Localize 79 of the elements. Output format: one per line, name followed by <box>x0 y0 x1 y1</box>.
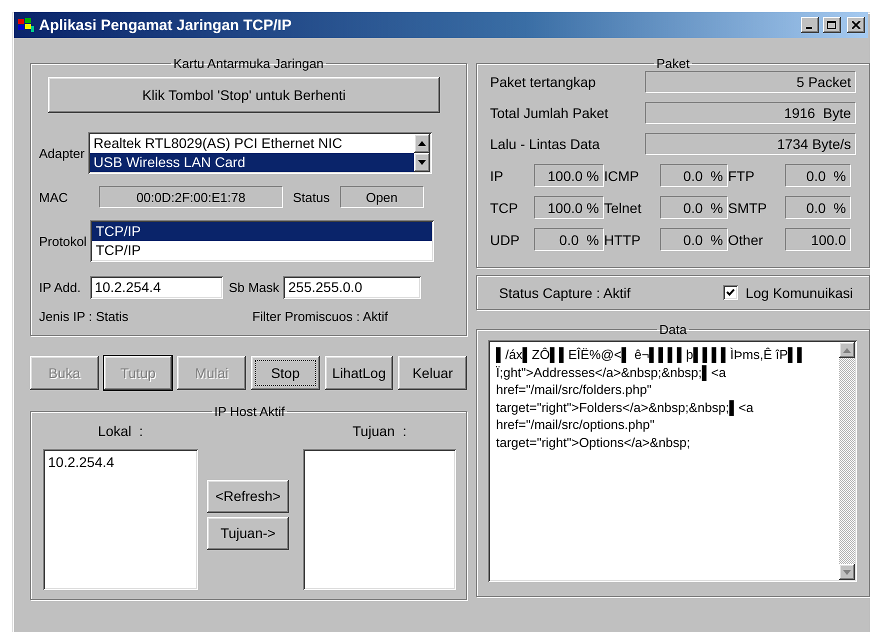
data-line: href="/mail/src/folders.php" <box>496 381 653 398</box>
data-line: Ï;ght">Addresses</a>&nbsp;&nbsp;▌<a <box>496 364 727 381</box>
field-label: UDP <box>490 232 521 248</box>
field-label: MAC <box>39 190 68 204</box>
app-icon <box>17 17 35 33</box>
field-label: IP <box>490 168 504 184</box>
action-button[interactable]: Stop <box>251 356 320 390</box>
field-label: Telnet <box>604 200 642 216</box>
field-label: IP Add. <box>39 280 81 295</box>
value-display: 100.0 % <box>534 164 604 187</box>
status-value: Open <box>340 186 424 208</box>
value-display: 0.0 % <box>534 228 604 251</box>
list-item[interactable]: TCP/IP <box>92 222 432 241</box>
data-line: target="right">Folders</a>&nbsp;&nbsp;▌<a <box>496 398 754 416</box>
mask-input[interactable]: 255.255.0.0 <box>283 276 422 299</box>
value-display: 100.0 <box>785 228 851 251</box>
list-item[interactable]: TCP/IP <box>92 241 432 260</box>
field-label: TCP <box>490 200 519 216</box>
field-label: Protokol <box>39 234 87 248</box>
field-label: Sb Mask <box>228 280 280 295</box>
scroll-down-icon <box>418 160 426 165</box>
info-text: Jenis IP : Statis <box>39 309 128 324</box>
field-label: FTP <box>728 168 756 184</box>
value-display: 1916 Byte <box>645 102 856 124</box>
field-label: ICMP <box>604 168 640 184</box>
local-host-list[interactable]: 10.2.254.4 <box>43 449 198 590</box>
field-label: Status <box>292 190 330 204</box>
action-button[interactable]: <Refresh> <box>207 480 289 512</box>
close-button[interactable] <box>847 17 865 33</box>
field-label: Adapter <box>39 146 85 160</box>
field-label: Other <box>728 232 764 248</box>
adapter-list[interactable]: Realtek RTL8029(AS) PCI Ethernet NIC USB Wireless LAN Card <box>88 132 432 174</box>
field-label: SMTP <box>728 200 768 216</box>
value-display: 100.0 % <box>534 196 604 219</box>
close-icon <box>852 21 860 29</box>
protocol-list[interactable]: TCP/IP TCP/IP <box>90 220 434 262</box>
field-label: HTTP <box>604 232 642 248</box>
maximize-button[interactable] <box>823 17 841 33</box>
group-title: Paket <box>655 56 691 71</box>
action-button[interactable]: Keluar <box>398 356 468 390</box>
column-label: Lokal : <box>98 423 144 439</box>
value-display: 0.0 % <box>785 196 851 219</box>
value-display: 0.0 % <box>660 164 728 187</box>
data-line: ▌/áx▌ZÔ▌▌EÎË%@<▌ ê¬▌▌▌▌þ▌▌▌▌ÌÞms,Ê îP▌▌ <box>496 346 808 364</box>
destination-host-list[interactable] <box>303 449 456 590</box>
value-display: 0.0 % <box>660 196 728 219</box>
list-item[interactable]: 10.2.254.4 <box>48 453 193 472</box>
mac-value: 00:0D:2F:00:E1:78 <box>98 186 283 208</box>
checkbox-label: Log Komunuikasi <box>746 284 853 300</box>
value-display: 5 Packet <box>645 71 856 93</box>
minimize-button[interactable] <box>801 17 819 33</box>
notice-banner: Klik Tombol 'Stop' untuk Berhenti <box>48 77 440 113</box>
data-line: href="/mail/src/options.php" <box>496 416 656 434</box>
ip-input[interactable]: 10.2.254.4 <box>90 276 223 299</box>
scroll-up-icon <box>843 348 851 352</box>
column-label: Tujuan : <box>352 423 406 439</box>
field-label: Paket tertangkap <box>490 74 597 90</box>
field-label: Total Jumlah Paket <box>490 105 610 121</box>
value-display: 1734 Byte/s <box>645 133 856 155</box>
group-title: Kartu Antarmuka Jaringan <box>172 56 325 71</box>
action-button[interactable]: Tujuan-> <box>207 516 289 550</box>
capture-status: Status Capture : Aktif <box>499 284 631 300</box>
log-checkbox[interactable] <box>722 285 738 300</box>
scroll-up-icon <box>418 141 426 146</box>
list-item[interactable]: Realtek RTL8029(AS) PCI Ethernet NIC <box>90 134 414 153</box>
value-display: 0.0 % <box>660 228 728 251</box>
data-text-area[interactable] <box>488 340 857 582</box>
data-line: target="right">Options</a>&nbsp; <box>496 434 692 451</box>
scroll-down-icon <box>843 570 851 574</box>
check-icon <box>726 288 735 297</box>
value-display: 0.0 % <box>785 164 851 187</box>
field-label: Lalu - Lintas Data <box>490 136 601 152</box>
action-button[interactable]: LihatLog <box>324 356 394 390</box>
list-item[interactable]: USB Wireless LAN Card <box>90 153 414 172</box>
maximize-icon <box>827 20 837 30</box>
window-title: Aplikasi Pengamat Jaringan TCP/IP <box>39 16 293 34</box>
group-title: Data <box>658 322 688 337</box>
group-title: IP Host Aktif <box>213 404 286 419</box>
info-text: Filter Promiscuos : Aktif <box>252 309 388 324</box>
